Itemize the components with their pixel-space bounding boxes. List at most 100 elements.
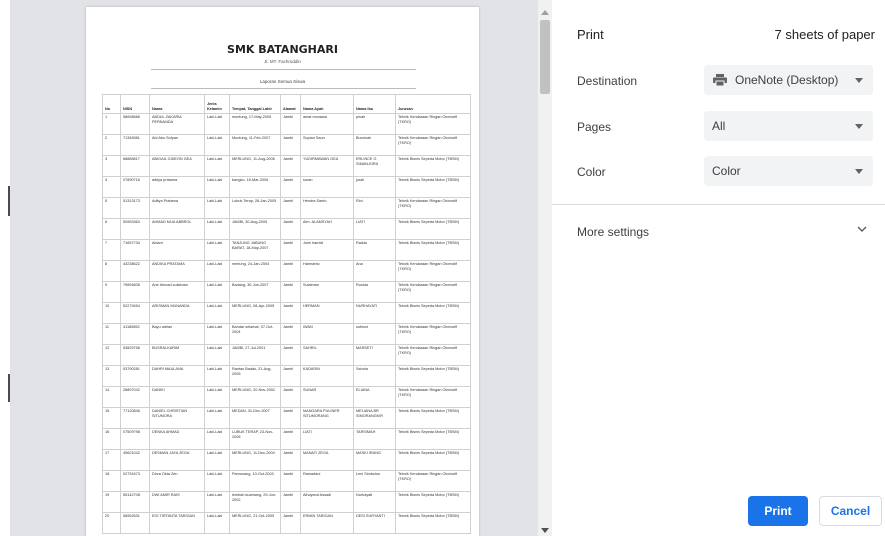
chevron-down-icon[interactable] — [857, 225, 867, 233]
table-cell: Aditya Pratama — [149, 197, 205, 219]
table-cell: Hendra Santo — [300, 197, 354, 219]
table-cell: Sopian Saun — [300, 134, 354, 156]
table-cell: Jambi — [280, 428, 301, 450]
table-cell: Teknik Bisnis Sepeda Motor (TBSM) — [395, 407, 471, 429]
table-cell: 52279454 — [120, 302, 150, 324]
table-cell: Jambi — [280, 302, 301, 324]
table-row: 6 50953363 AHMAD MIJA ABBROL Laki-Laki JAMBI… — [102, 218, 471, 240]
table-cell: Laki-Laki — [204, 281, 230, 303]
table-cell: YUDIRMAWAN GEA — [300, 155, 354, 177]
table-row: 13 53790281 DAHRI MAULANA Laki-Laki Rantau B… — [102, 365, 471, 387]
table-cell: Teknik Kendaraan Ringan Otomotif (TKRO) — [395, 113, 471, 135]
table-cell: TARSIMAH — [353, 428, 396, 450]
table-cell: Dirza Okta Zen — [149, 470, 205, 492]
table-row: 1 58658686 ABDUL ZAKARIA PERNANDA Laki-Laki… — [102, 113, 471, 135]
table-cell: Teknik Bisnis Sepeda Motor (TBSM) — [395, 155, 471, 177]
table-cell: HERMAN — [300, 302, 354, 324]
table-cell: ARISMAN MUNANDA — [149, 302, 205, 324]
table-row: 16 07509798 DENKA AHMAD Laki-Laki LUBUK TERA… — [102, 428, 471, 450]
table-cell: MANGARA PULINER SITUMORANG — [300, 407, 354, 429]
table-cell: DESMAN JAYA ZEGA — [149, 449, 205, 471]
preview-scrollbar[interactable] — [538, 0, 552, 536]
table-row: 8 43238622 ANDIKA PRATAMA Laki-Laki merlung,… — [102, 260, 471, 282]
table-cell: Jambi — [280, 512, 301, 534]
table-cell: Laki-Laki — [204, 512, 230, 534]
table-cell: Teknik Kendaraan Ringan Otomotif (TKRO) — [395, 386, 471, 408]
color-select[interactable]: Color — [704, 156, 873, 186]
column-header: Nama — [149, 94, 205, 114]
table-cell: Sahnia — [353, 365, 396, 387]
table-cell: Jambi — [280, 239, 301, 261]
table-cell: Teknik Bisnis Sepeda Motor (TBSM) — [395, 218, 471, 240]
table-cell: DANIEL CHRISTIAN SITUMORA — [149, 407, 205, 429]
table-cell: MERLUNG, 11-Dec-2004 — [229, 449, 281, 471]
table-cell: 20 — [102, 512, 121, 534]
table-cell: MANATI ZEGA — [300, 449, 354, 471]
table-cell: 13 — [102, 365, 121, 387]
cancel-button[interactable]: Cancel — [819, 496, 882, 526]
table-cell: aditya pratama — [149, 176, 205, 198]
table-cell: AHMAD MIJA ABBROL — [149, 218, 205, 240]
table-cell: Teknik Bisnis Sepeda Motor (TBSM) — [395, 491, 471, 513]
table-cell: 71657734 — [120, 239, 150, 261]
table-cell: Teknik Bisnis Sepeda Motor (TBSM) — [395, 302, 471, 324]
settings-divider — [552, 204, 885, 205]
table-cell: 41180852 — [120, 323, 150, 345]
students-table: No NISN Nama Jenis Kelamin Tempat, Tanggal L… — [102, 94, 471, 534]
table-cell: amat munawa — [300, 113, 354, 135]
table-cell: MERLUNG, 08-Apr-2005 — [229, 302, 281, 324]
table-cell: Teknik Kendaraan Ringan Otomotif (TKRO) — [395, 197, 471, 219]
table-cell: Anir Ahmad sulaiman — [149, 281, 205, 303]
scroll-up-arrow-icon[interactable] — [541, 10, 549, 15]
table-cell: 2 — [102, 134, 121, 156]
scroll-down-arrow-icon[interactable] — [541, 528, 549, 533]
table-cell: MARSETI — [353, 344, 396, 366]
table-cell: 6 — [102, 218, 121, 240]
more-settings-toggle[interactable]: More settings — [577, 225, 649, 239]
table-row: 18 02731673 Dirza Okta Zen Laki-Laki Pamunan… — [102, 470, 471, 492]
print-preview-area[interactable]: SMK BATANGHARI Jl. MT. Fachruddin Lapora… — [10, 0, 538, 536]
printer-icon — [713, 74, 727, 86]
table-cell: SUNAR — [300, 386, 354, 408]
table-cell: 14 — [102, 386, 121, 408]
table-cell: Rosida — [353, 281, 396, 303]
table-cell: Jambi — [280, 197, 301, 219]
table-cell: 28897042 — [120, 386, 150, 408]
table-cell: Laki-Laki — [204, 365, 230, 387]
table-cell: Teknik Kendaraan Ringan Otomotif (TKRO) — [395, 260, 471, 282]
school-address: Jl. MT. Fachruddin — [264, 59, 301, 64]
pages-select[interactable]: All — [704, 111, 873, 141]
table-cell: Laki-Laki — [204, 344, 230, 366]
table-cell: 53829758 — [120, 344, 150, 366]
table-cell: ANDIKA PRATAMA — [149, 260, 205, 282]
table-header-row: No NISN Nama Jenis Kelamin Tempat, Tanggal L… — [102, 94, 471, 114]
sheet-count: 7 sheets of paper — [774, 27, 875, 42]
window-edge — [0, 0, 8, 536]
scroll-thumb[interactable] — [540, 20, 550, 94]
table-cell: 51313173 — [120, 197, 150, 219]
table-cell: suran — [300, 176, 354, 198]
table-row: 10 52279454 ARISMAN MUNANDA Laki-Laki MERLUN… — [102, 302, 471, 324]
table-cell: Teknik Bisnis Sepeda Motor (TBSM) — [395, 239, 471, 261]
table-cell: ABDUL ZAKARIA PERNANDA — [149, 113, 205, 135]
table-cell: 58658686 — [120, 113, 150, 135]
table-cell: Teknik Bisnis Sepeda Motor (TBSM) — [395, 428, 471, 450]
table-cell: LIATI — [353, 218, 396, 240]
print-button[interactable]: Print — [748, 496, 808, 526]
table-cell: jurail — [353, 176, 396, 198]
table-cell: 53790281 — [120, 365, 150, 387]
table-cell: DESI SURYANTI — [353, 512, 396, 534]
destination-select[interactable]: OneNote (Desktop) — [704, 65, 873, 95]
table-cell: 18 — [102, 470, 121, 492]
table-cell: Jumi hamidi — [300, 239, 354, 261]
table-cell: 8 — [102, 260, 121, 282]
table-cell: LUBUK TERAP, 23-Nov-2006 — [229, 428, 281, 450]
column-header: Jurusan — [395, 94, 471, 114]
header-rule — [151, 88, 416, 89]
table-row: 11 41180852 Bayu adrian Laki-Laki Bandar sel… — [102, 323, 471, 345]
table-cell: DENKA AHMAD — [149, 428, 205, 450]
table-cell: Jambi — [280, 260, 301, 282]
table-cell: Alhayand Assadi — [300, 491, 354, 513]
column-header: No — [102, 94, 121, 114]
table-cell: MASKI IRANG — [353, 449, 396, 471]
